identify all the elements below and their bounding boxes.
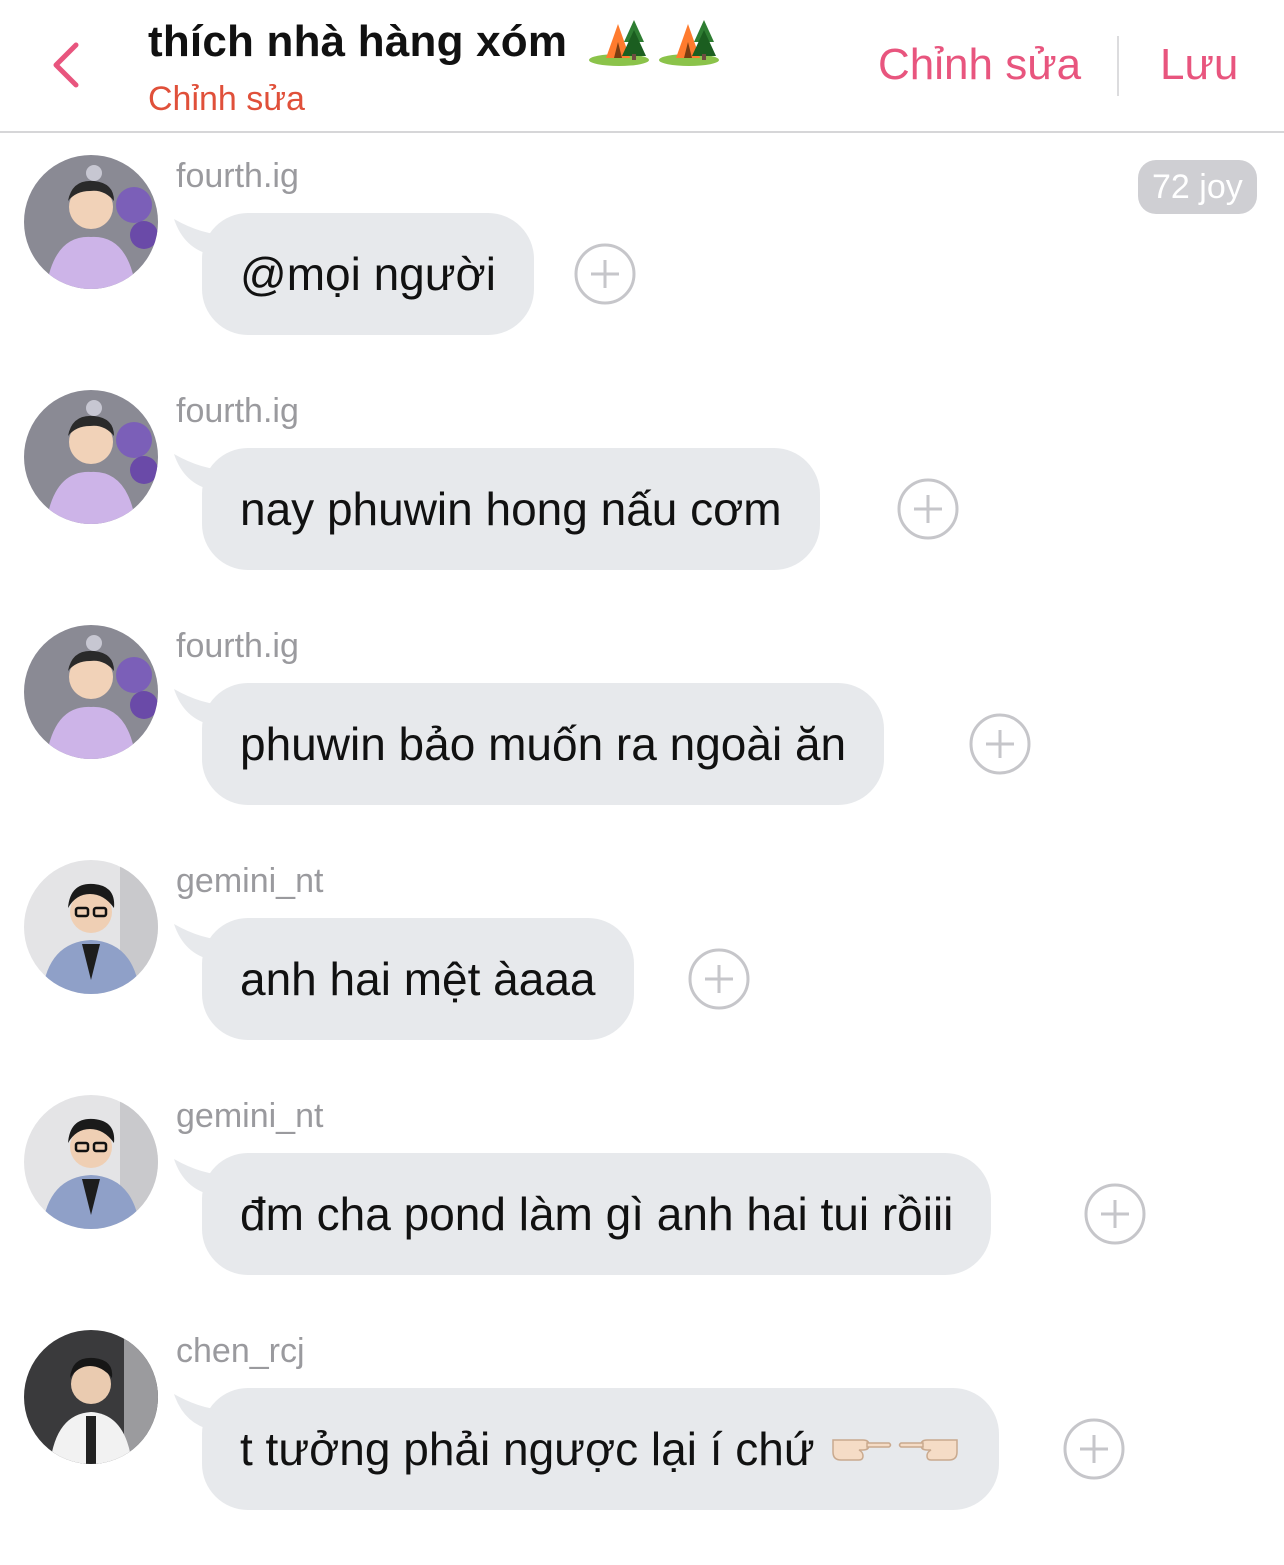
avatar[interactable] <box>24 625 158 759</box>
back-button[interactable] <box>40 35 100 95</box>
camping-icon <box>658 12 720 77</box>
chat-title: thích nhà hàng xóm <box>148 12 720 77</box>
username: fourth.ig <box>176 392 299 430</box>
username: fourth.ig <box>176 157 299 195</box>
username: gemini_nt <box>176 1097 324 1135</box>
message-text: anh hai mệt àaaa <box>240 953 596 1005</box>
pointing-hands-icon <box>829 1426 961 1472</box>
message-row: gemini_nt anh hai mệt àaaa <box>0 860 1284 1095</box>
message-row: fourth.ig @mọi người <box>0 155 1284 390</box>
chevron-left-icon <box>53 42 79 88</box>
add-reaction-button[interactable] <box>969 713 1031 775</box>
message-bubble[interactable]: @mọi người <box>202 213 534 335</box>
add-reaction-button[interactable] <box>1084 1183 1146 1245</box>
username: fourth.ig <box>176 627 299 665</box>
message-row: fourth.ig nay phuwin hong nấu cơm <box>0 390 1284 625</box>
username: gemini_nt <box>176 862 324 900</box>
header-divider <box>1117 36 1119 96</box>
avatar[interactable] <box>24 155 158 289</box>
add-reaction-button[interactable] <box>574 243 636 305</box>
message-text: phuwin bảo muốn ra ngoài ăn <box>240 718 847 770</box>
message-row: fourth.ig phuwin bảo muốn ra ngoài ăn <box>0 625 1284 860</box>
add-reaction-button[interactable] <box>688 948 750 1010</box>
avatar[interactable] <box>24 1330 158 1464</box>
message-text: t tưởng phải ngược lại í chứ <box>240 1423 815 1475</box>
message-bubble[interactable]: t tưởng phải ngược lại í chứ <box>202 1388 999 1510</box>
avatar[interactable] <box>24 1095 158 1229</box>
message-bubble[interactable]: phuwin bảo muốn ra ngoài ăn <box>202 683 885 805</box>
message-text: đm cha pond làm gì anh hai tui rồiii <box>240 1188 954 1240</box>
edit-button[interactable]: Chỉnh sửa <box>878 40 1081 90</box>
message-text: nay phuwin hong nấu cơm <box>240 483 782 535</box>
message-row: chen_rcj t tưởng phải ngược lại í chứ <box>0 1330 1284 1565</box>
message-bubble[interactable]: đm cha pond làm gì anh hai tui rồiii <box>202 1153 992 1275</box>
add-reaction-button[interactable] <box>897 478 959 540</box>
message-bubble[interactable]: nay phuwin hong nấu cơm <box>202 448 820 570</box>
username: chen_rcj <box>176 1332 305 1370</box>
chat-title-text: thích nhà hàng xóm <box>148 17 568 67</box>
add-reaction-button[interactable] <box>1063 1418 1125 1480</box>
message-bubble[interactable]: anh hai mệt àaaa <box>202 918 634 1040</box>
edit-subtitle-link[interactable]: Chỉnh sửa <box>148 80 305 119</box>
header-bar: thích nhà hàng xóm Chỉnh sửa Chỉnh sửa L… <box>0 0 1284 133</box>
save-button[interactable]: Lưu <box>1160 40 1238 90</box>
avatar[interactable] <box>24 860 158 994</box>
message-text: @mọi người <box>240 248 496 300</box>
camping-icon <box>588 12 650 77</box>
avatar[interactable] <box>24 390 158 524</box>
message-row: gemini_nt đm cha pond làm gì anh hai tui… <box>0 1095 1284 1330</box>
